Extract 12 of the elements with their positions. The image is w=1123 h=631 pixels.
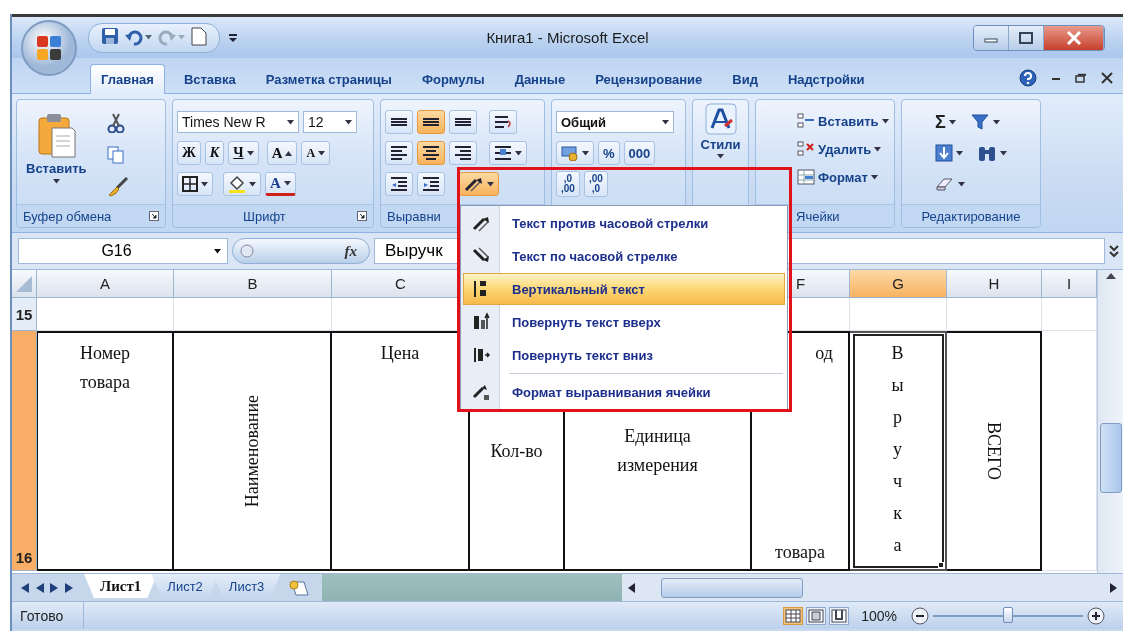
table-cell: Наименование bbox=[174, 331, 332, 571]
group-label: Ячейки bbox=[796, 208, 840, 224]
group-label: Выравни bbox=[387, 208, 441, 224]
group-label: Шрифт bbox=[243, 208, 286, 224]
status-text: Готово bbox=[12, 602, 85, 629]
group-label: Буфер обмена bbox=[23, 208, 112, 224]
zoom-level: 100% bbox=[861, 607, 897, 624]
table-cell: ВСЕГО bbox=[947, 331, 1042, 571]
table-cell: Выручка bbox=[850, 331, 947, 571]
table-cell: Номер товара bbox=[37, 331, 174, 571]
group-label: Редактирование bbox=[921, 208, 1021, 224]
window-title: Книга1 - Microsoft Excel bbox=[486, 29, 649, 46]
